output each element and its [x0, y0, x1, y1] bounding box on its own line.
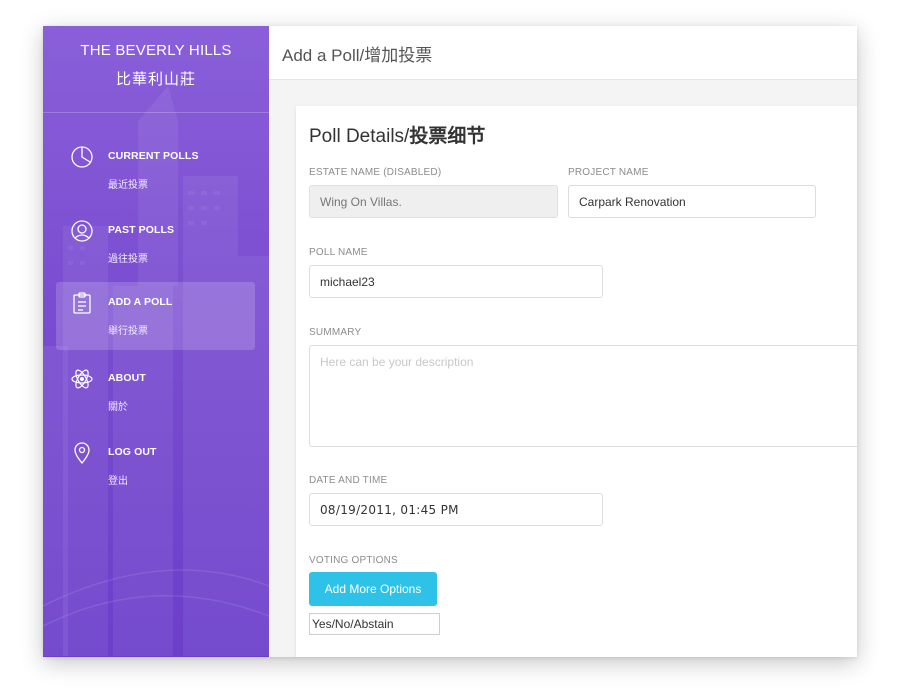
sidebar-item-log-out[interactable]: LOG OUT 登出 — [56, 432, 255, 500]
add-more-options-button[interactable]: Add More Options — [309, 572, 437, 606]
sidebar-item-sublabel: 最近投票 — [108, 180, 148, 191]
summary-label: SUMMARY — [309, 327, 362, 338]
sidebar-item-label: CURRENT POLLS — [108, 150, 199, 162]
sidebar-item-sublabel: 舉行投票 — [108, 326, 148, 337]
sidebar-item-label: LOG OUT — [108, 446, 157, 458]
app-window: THE BEVERLY HILLS 比華利山莊 CURRENT POLLS 最近… — [43, 26, 857, 657]
top-bar: Add a Poll/增加投票 — [269, 26, 857, 80]
estate-name-field — [309, 185, 558, 218]
sidebar-item-sublabel: 過往投票 — [108, 254, 148, 265]
brand-title-en: THE BEVERLY HILLS — [80, 42, 232, 59]
atom-icon — [70, 367, 94, 391]
clipboard-icon — [70, 291, 94, 315]
poll-details-card: Poll Details/投票细节 ESTATE NAME (DISABLED)… — [296, 106, 857, 657]
sidebar-item-current-polls[interactable]: CURRENT POLLS 最近投票 — [56, 136, 255, 204]
sidebar-item-label: ADD A POLL — [108, 296, 173, 308]
estate-name-label: ESTATE NAME (DISABLED) — [309, 167, 442, 178]
user-icon — [70, 219, 94, 243]
poll-name-field[interactable] — [309, 265, 603, 298]
main-content: Add a Poll/增加投票 Poll Details/投票细节 ESTATE… — [269, 26, 857, 657]
sidebar-item-about[interactable]: ABOUT 關於 — [56, 358, 255, 426]
sidebar-item-add-a-poll[interactable]: ADD A POLL 舉行投票 — [56, 282, 255, 350]
summary-textarea[interactable] — [309, 345, 857, 447]
sidebar-item-label: ABOUT — [108, 372, 146, 384]
pie-chart-icon — [70, 145, 94, 169]
sidebar-item-sublabel: 關於 — [108, 402, 128, 413]
brand-title-zh: 比華利山莊 — [115, 71, 196, 88]
sidebar-item-label: PAST POLLS — [108, 224, 175, 236]
card-title-zh: 投票细节 — [409, 126, 486, 147]
location-pin-icon — [70, 441, 94, 465]
voting-option-field[interactable]: Yes/No/Abstain — [309, 613, 440, 635]
date-time-field[interactable] — [309, 493, 603, 526]
card-title-en: Poll Details/ — [309, 126, 410, 147]
project-name-label: PROJECT NAME — [568, 167, 649, 178]
date-time-label: DATE AND TIME — [309, 475, 388, 486]
poll-name-label: POLL NAME — [309, 247, 368, 258]
voting-options-label: VOTING OPTIONS — [309, 555, 398, 566]
sidebar: THE BEVERLY HILLS 比華利山莊 CURRENT POLLS 最近… — [43, 26, 269, 657]
project-name-field[interactable] — [568, 185, 816, 218]
sidebar-item-sublabel: 登出 — [108, 476, 128, 487]
brand: THE BEVERLY HILLS 比華利山莊 — [43, 26, 269, 113]
sidebar-item-past-polls[interactable]: PAST POLLS 過往投票 — [56, 210, 255, 278]
page-title: Add a Poll/增加投票 — [282, 46, 433, 65]
card-title: Poll Details/投票细节 — [309, 121, 485, 148]
